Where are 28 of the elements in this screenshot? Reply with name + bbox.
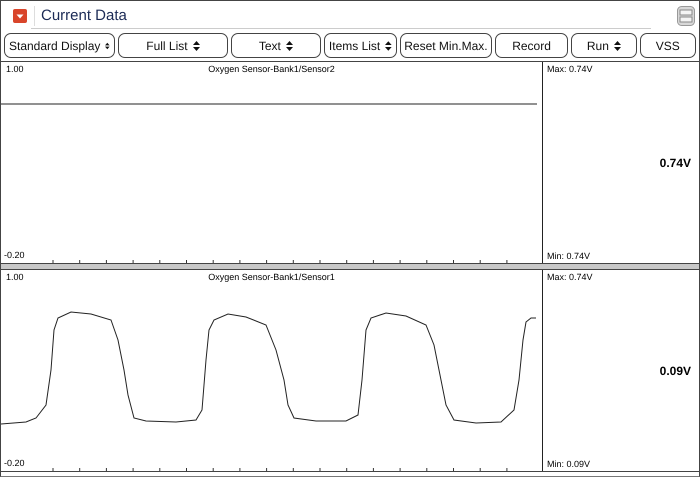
axis-label: -0.20 bbox=[4, 250, 25, 260]
toolbar-button[interactable]: VSS bbox=[640, 33, 696, 58]
layout-icon[interactable] bbox=[677, 6, 695, 26]
current-reading: 0.74V bbox=[660, 156, 692, 170]
toolbar-button[interactable]: Full List bbox=[118, 33, 228, 58]
axis-label: -0.20 bbox=[4, 458, 25, 468]
graph-title: Oxygen Sensor-Bank1/Sensor2 bbox=[208, 64, 335, 74]
current-reading: 0.09V bbox=[660, 364, 692, 378]
toolbar-button[interactable]: Text bbox=[230, 33, 321, 58]
dropdown-icon[interactable] bbox=[13, 8, 27, 22]
toolbar-button[interactable]: Run bbox=[571, 33, 637, 58]
max-reading: Max: 0.74V bbox=[547, 272, 594, 282]
spinner-icon bbox=[286, 40, 293, 50]
spinner-icon bbox=[385, 40, 392, 50]
spinner-icon bbox=[192, 40, 200, 50]
graph-title: Oxygen Sensor-Bank1/Sensor1 bbox=[208, 272, 335, 282]
toolbar-button[interactable]: Standard Display bbox=[4, 33, 115, 58]
axis-label: 1.00 bbox=[6, 64, 24, 74]
min-reading: Min: 0.74V bbox=[547, 251, 592, 261]
toolbar-button[interactable]: Items List bbox=[324, 33, 397, 58]
window-title: Current Data bbox=[41, 7, 128, 24]
toolbar-button[interactable]: Record bbox=[494, 33, 568, 58]
max-reading: Max: 0.74V bbox=[547, 64, 594, 74]
spinner-icon bbox=[105, 40, 110, 50]
spinner-icon bbox=[614, 40, 621, 50]
axis-label: 1.00 bbox=[6, 272, 24, 282]
min-reading: Min: 0.09V bbox=[547, 459, 592, 469]
toolbar-button[interactable]: Reset Min.Max. bbox=[400, 33, 492, 58]
